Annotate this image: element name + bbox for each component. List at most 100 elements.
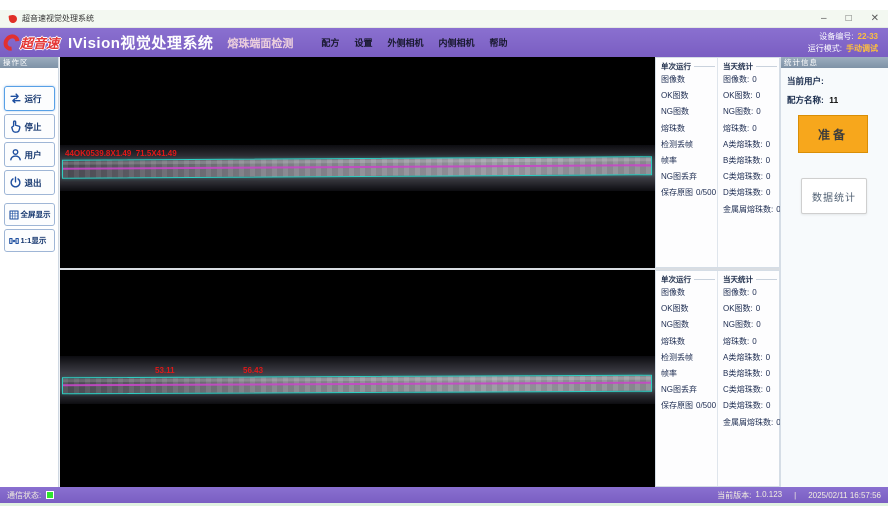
camera-viewports: 44OK0539.8X1.49 71.5X41.49 53.11 56.43: [60, 57, 655, 487]
status-datetime: 2025/02/11 16:57:56: [808, 491, 881, 500]
stat-row: 帧率: [661, 153, 715, 169]
stat-row: A类熔珠数:0: [723, 137, 777, 153]
menu-item[interactable]: 帮助: [489, 36, 507, 49]
stat-row: C类熔珠数:0: [723, 382, 777, 398]
comm-status-label: 通信状态:: [7, 490, 41, 501]
current-user-row: 当前用户:: [787, 75, 888, 87]
annotation-text: 44OK0539.8X1.49 71.5X41.49: [65, 149, 177, 158]
stat-row: A类熔珠数:0: [723, 350, 777, 366]
one-to-one-button-label: 1:1显示: [21, 235, 47, 246]
one-to-one-button[interactable]: 1:1显示: [4, 229, 55, 252]
menu-item[interactable]: 设置: [354, 36, 372, 49]
fullscreen-button[interactable]: 全屏显示: [4, 203, 55, 226]
stat-row: 图像数:0: [723, 72, 777, 88]
menu-item[interactable]: 配方: [321, 36, 339, 49]
camera-image-top[interactable]: 44OK0539.8X1.49 71.5X41.49: [60, 57, 655, 268]
prepare-button[interactable]: 准备: [798, 115, 868, 153]
device-number-value: 22-33: [858, 31, 878, 43]
fullscreen-icon: [8, 209, 20, 221]
stat-row: 检测丢帧: [661, 137, 715, 153]
stat-row: 金属屑熔珠数:0: [723, 202, 777, 218]
data-statistics-button[interactable]: 数据统计: [801, 178, 867, 214]
stat-row: OK图数:0: [723, 88, 777, 104]
close-icon[interactable]: ✕: [871, 14, 879, 24]
bead-overlay-rect: [62, 156, 652, 179]
recipe-name-row: 配方名称: 11: [787, 94, 888, 106]
stop-button-label: 停止: [25, 121, 42, 133]
status-bar: 通信状态: 当前版本: 1.0.123 | 2025/02/11 16:57:5…: [0, 487, 888, 503]
single-run-group: 单次运行 图像数OK图数NG图数熔珠数检测丢帧帧率NG图丢弃保存原图0/500: [656, 58, 717, 267]
stat-row: NG图数: [661, 104, 715, 120]
single-run-title: 单次运行: [661, 274, 715, 285]
camera-image-bottom[interactable]: 53.11 56.43: [60, 270, 655, 487]
version-value: 1.0.123: [755, 490, 782, 501]
exit-button[interactable]: 退出: [4, 170, 55, 195]
main-area: 操作区 运行 停止 用户: [0, 57, 888, 487]
stat-row: NG图数: [661, 317, 715, 333]
current-user-label: 当前用户:: [787, 76, 824, 86]
today-stats-group: 当天统计 图像数:0OK图数:0NG图数:0熔珠数:0A类熔珠数:0B类熔珠数:…: [717, 58, 779, 267]
run-mode-label: 运行模式:: [808, 43, 842, 55]
today-stats-group: 当天统计 图像数:0OK图数:0NG图数:0熔珠数:0A类熔珠数:0B类熔珠数:…: [717, 271, 779, 486]
annotation-text: 53.11: [155, 366, 175, 375]
comm-status-indicator: [46, 491, 54, 499]
version-label: 当前版本:: [717, 490, 751, 501]
annotation-text: 56.43: [243, 366, 263, 375]
today-stats-title: 当天统计: [723, 274, 777, 285]
window-bottom-edge: [0, 503, 888, 506]
single-run-title: 单次运行: [661, 61, 715, 72]
stat-row: OK图数:0: [723, 301, 777, 317]
menu-item[interactable]: 外侧相机: [387, 36, 423, 49]
bead-overlay-rect: [62, 375, 652, 395]
stat-row: 熔珠数: [661, 121, 715, 137]
user-icon: [8, 147, 23, 162]
stat-row: 图像数: [661, 285, 715, 301]
fullscreen-button-label: 全屏显示: [21, 209, 51, 220]
stats-panel-bottom: 单次运行 图像数OK图数NG图数熔珠数检测丢帧帧率NG图丢弃保存原图0/500 …: [655, 270, 780, 487]
one-to-one-icon: [8, 235, 20, 247]
brand-logo: 超音速: [4, 33, 59, 52]
stat-row: 图像数:0: [723, 285, 777, 301]
stat-row: 熔珠数: [661, 334, 715, 350]
run-button-label: 运行: [25, 93, 42, 105]
today-stats-title: 当天统计: [723, 61, 777, 72]
stat-row: NG图丢弃: [661, 382, 715, 398]
stat-row: 图像数: [661, 72, 715, 88]
stat-row: NG图数:0: [723, 104, 777, 120]
single-run-group: 单次运行 图像数OK图数NG图数熔珠数检测丢帧帧率NG图丢弃保存原图0/500: [656, 271, 717, 486]
run-icon: [8, 91, 23, 106]
statistics-info-panel: 统计信息 当前用户: 配方名称: 11 准备 数据统计: [780, 57, 888, 487]
stat-row: 保存原图0/500: [661, 185, 715, 201]
power-icon: [8, 175, 23, 190]
stop-button[interactable]: 停止: [4, 114, 55, 139]
device-number-label: 设备编号:: [819, 31, 853, 43]
stat-row: B类熔珠数:0: [723, 153, 777, 169]
os-titlebar: 超音速视觉处理系统 – □ ✕: [0, 10, 888, 28]
stat-row: 熔珠数:0: [723, 121, 777, 137]
menu-item[interactable]: 内侧相机: [438, 36, 474, 49]
stat-row: NG图数:0: [723, 317, 777, 333]
sidebar-title: 操作区: [0, 57, 58, 68]
page-title: IVision视觉处理系统: [68, 32, 213, 53]
status-separator: |: [794, 491, 796, 500]
main-menu: 配方 设置 外侧相机 内侧相机 帮助: [321, 36, 507, 49]
user-button[interactable]: 用户: [4, 142, 55, 167]
stat-row: B类熔珠数:0: [723, 366, 777, 382]
stat-row: 金属屑熔珠数:0: [723, 415, 777, 431]
page-subtitle: 熔珠端面检测: [227, 35, 293, 51]
run-button[interactable]: 运行: [4, 86, 55, 111]
window-title: 超音速视觉处理系统: [22, 13, 94, 24]
stat-row: C类熔珠数:0: [723, 169, 777, 185]
user-button-label: 用户: [25, 149, 42, 161]
maximize-icon[interactable]: □: [846, 14, 852, 24]
application-window: 超音速视觉处理系统 – □ ✕ 超音速 IVision视觉处理系统 熔珠端面检测…: [0, 0, 888, 522]
stat-row: OK图数: [661, 301, 715, 317]
stat-row: NG图丢弃: [661, 169, 715, 185]
minimize-icon[interactable]: –: [821, 14, 827, 24]
statistics-column: 单次运行 图像数OK图数NG图数熔珠数检测丢帧帧率NG图丢弃保存原图0/500 …: [655, 57, 780, 487]
stat-row: 保存原图0/500: [661, 398, 715, 414]
operation-sidebar: 操作区 运行 停止 用户: [0, 57, 59, 487]
stop-hand-icon: [8, 119, 23, 134]
stats-panel-top: 单次运行 图像数OK图数NG图数熔珠数检测丢帧帧率NG图丢弃保存原图0/500 …: [655, 57, 780, 268]
app-icon: [8, 14, 17, 23]
